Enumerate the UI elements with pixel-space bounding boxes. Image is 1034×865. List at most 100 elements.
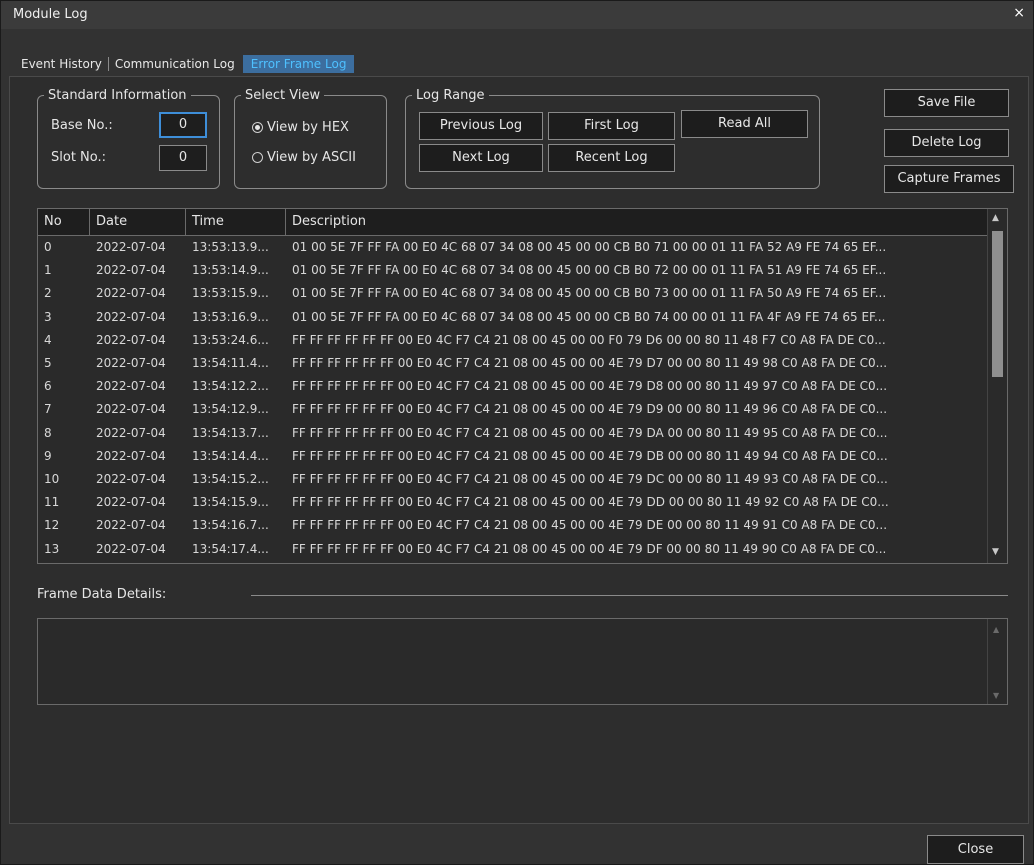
tab-communication-log[interactable]: Communication Log bbox=[109, 57, 241, 71]
save-file-button[interactable]: Save File bbox=[884, 89, 1009, 117]
cell-time: 13:54:15.2... bbox=[192, 472, 269, 486]
cell-description: FF FF FF FF FF FF 00 E0 4C F7 C4 21 08 0… bbox=[292, 495, 889, 510]
cell-date: 2022-07-04 bbox=[96, 472, 166, 486]
cell-no: 8 bbox=[44, 425, 52, 440]
cell-no: 4 bbox=[44, 332, 52, 347]
table-scrollbar[interactable]: ▲ ▼ bbox=[987, 209, 1007, 563]
error-frame-table[interactable]: No Date Time Description 0 2022-07-04 13:5… bbox=[37, 208, 1008, 564]
column-header-description[interactable]: Description bbox=[286, 209, 988, 235]
cell-no: 13 bbox=[44, 541, 60, 556]
next-log-button[interactable]: Next Log bbox=[419, 144, 543, 172]
table-row[interactable]: 7 2022-07-04 13:54:12.9... FF FF FF FF FF F… bbox=[38, 398, 988, 420]
table-row[interactable]: 11 2022-07-04 13:54:15.9... FF FF FF FF FF … bbox=[38, 491, 988, 513]
cell-no: 7 bbox=[44, 402, 52, 417]
cell-date: 2022-07-04 bbox=[96, 379, 166, 394]
cell-description: 01 00 5E 7F FF FA 00 E0 4C 68 07 34 08 0… bbox=[292, 263, 887, 278]
view-by-hex-radio[interactable]: View by HEX bbox=[252, 120, 349, 135]
cell-no: 11 bbox=[44, 495, 60, 510]
table-header: No Date Time Description bbox=[38, 209, 988, 236]
table-row[interactable]: 8 2022-07-04 13:54:13.7... FF FF FF FF FF F… bbox=[38, 422, 988, 444]
cell-description: FF FF FF FF FF FF 00 E0 4C F7 C4 21 08 0… bbox=[292, 518, 888, 533]
cell-date: 2022-07-04 bbox=[96, 309, 166, 324]
cell-time: 13:53:13.9... bbox=[192, 240, 269, 254]
cell-description: FF FF FF FF FF FF 00 E0 4C F7 C4 21 08 0… bbox=[292, 402, 888, 417]
scroll-up-icon[interactable]: ▲ bbox=[992, 213, 999, 223]
table-row[interactable]: 6 2022-07-04 13:54:12.2... FF FF FF FF FF F… bbox=[38, 375, 988, 397]
cell-no: 1 bbox=[44, 263, 52, 278]
table-row[interactable]: 13 2022-07-04 13:54:17.4... FF FF FF FF FF … bbox=[38, 538, 988, 560]
cell-no: 0 bbox=[44, 240, 52, 254]
base-no-label: Base No.: bbox=[51, 118, 113, 133]
column-header-time[interactable]: Time bbox=[186, 209, 286, 235]
table-row[interactable]: 0 2022-07-04 13:53:13.9... 01 00 5E 7F FF F… bbox=[38, 236, 988, 258]
cell-description: FF FF FF FF FF FF 00 E0 4C F7 C4 21 08 0… bbox=[292, 332, 886, 347]
standard-information-legend: Standard Information bbox=[48, 88, 187, 103]
slot-no-field[interactable]: 0 bbox=[159, 145, 207, 171]
cell-date: 2022-07-04 bbox=[96, 448, 166, 463]
cell-time: 13:54:13.7... bbox=[192, 425, 269, 440]
table-row[interactable]: 1 2022-07-04 13:53:14.9... 01 00 5E 7F FF F… bbox=[38, 259, 988, 281]
cell-date: 2022-07-04 bbox=[96, 518, 166, 533]
cell-date: 2022-07-04 bbox=[96, 356, 166, 370]
cell-date: 2022-07-04 bbox=[96, 263, 166, 278]
cell-time: 13:54:16.7... bbox=[192, 518, 269, 533]
cell-date: 2022-07-04 bbox=[96, 402, 166, 417]
table-row[interactable]: 2 2022-07-04 13:53:15.9... 01 00 5E 7F FF F… bbox=[38, 282, 988, 304]
cell-description: FF FF FF FF FF FF 00 E0 4C F7 C4 21 08 0… bbox=[292, 379, 888, 394]
frame-data-details-box[interactable]: ▲ ▼ bbox=[37, 618, 1008, 705]
cell-description: 01 00 5E 7F FF FA 00 E0 4C 68 07 34 08 0… bbox=[292, 240, 887, 254]
cell-time: 13:53:14.9... bbox=[192, 263, 269, 278]
table-row[interactable]: 5 2022-07-04 13:54:11.4... FF FF FF FF FF F… bbox=[38, 352, 988, 374]
base-no-field[interactable]: 0 bbox=[159, 112, 207, 138]
cell-description: FF FF FF FF FF FF 00 E0 4C F7 C4 21 08 0… bbox=[292, 541, 887, 556]
select-view-group: Select View bbox=[234, 88, 387, 189]
scroll-down-icon[interactable]: ▼ bbox=[993, 691, 999, 700]
table-row[interactable]: 12 2022-07-04 13:54:16.7... FF FF FF FF FF … bbox=[38, 514, 988, 536]
view-by-hex-label: View by HEX bbox=[267, 120, 349, 135]
table-row[interactable]: 3 2022-07-04 13:53:16.9... 01 00 5E 7F FF F… bbox=[38, 306, 988, 328]
tab-event-history[interactable]: Event History bbox=[15, 57, 109, 71]
cell-description: FF FF FF FF FF FF 00 E0 4C F7 C4 21 08 0… bbox=[292, 425, 888, 440]
cell-no: 2 bbox=[44, 286, 52, 301]
delete-log-button[interactable]: Delete Log bbox=[884, 129, 1009, 157]
module-log-window: Module Log × Event History Communication… bbox=[0, 0, 1034, 865]
cell-date: 2022-07-04 bbox=[96, 541, 166, 556]
scroll-down-icon[interactable]: ▼ bbox=[992, 547, 999, 557]
recent-log-button[interactable]: Recent Log bbox=[548, 144, 675, 172]
window-title: Module Log bbox=[13, 7, 88, 22]
divider bbox=[251, 595, 1008, 596]
cell-time: 13:54:12.2... bbox=[192, 379, 269, 394]
cell-date: 2022-07-04 bbox=[96, 332, 166, 347]
table-row[interactable]: 4 2022-07-04 13:53:24.6... FF FF FF FF FF F… bbox=[38, 329, 988, 351]
cell-description: 01 00 5E 7F FF FA 00 E0 4C 68 07 34 08 0… bbox=[292, 286, 887, 301]
tab-error-frame-log[interactable]: Error Frame Log bbox=[242, 55, 355, 73]
previous-log-button[interactable]: Previous Log bbox=[419, 112, 543, 140]
cell-time: 13:54:14.4... bbox=[192, 448, 269, 463]
tab-bar: Event History Communication Log Error Fr… bbox=[15, 54, 355, 74]
scroll-thumb[interactable] bbox=[992, 231, 1003, 377]
cell-time: 13:54:17.4... bbox=[192, 541, 269, 556]
view-by-ascii-label: View by ASCII bbox=[267, 150, 356, 165]
scroll-up-icon[interactable]: ▲ bbox=[993, 625, 999, 634]
capture-frames-button[interactable]: Capture Frames bbox=[884, 165, 1014, 193]
column-header-no[interactable]: No bbox=[38, 209, 90, 235]
view-by-ascii-radio[interactable]: View by ASCII bbox=[252, 150, 356, 165]
first-log-button[interactable]: First Log bbox=[548, 112, 675, 140]
table-row[interactable]: 9 2022-07-04 13:54:14.4... FF FF FF FF FF F… bbox=[38, 445, 988, 467]
cell-time: 13:53:24.6... bbox=[192, 332, 269, 347]
slot-no-label: Slot No.: bbox=[51, 150, 107, 165]
table-row[interactable]: 10 2022-07-04 13:54:15.2... FF FF FF FF FF … bbox=[38, 468, 988, 490]
radio-selected-icon bbox=[252, 122, 263, 133]
cell-date: 2022-07-04 bbox=[96, 425, 166, 440]
cell-time: 13:53:15.9... bbox=[192, 286, 269, 301]
close-button[interactable]: Close bbox=[927, 835, 1024, 864]
cell-no: 5 bbox=[44, 356, 52, 370]
read-all-button[interactable]: Read All bbox=[681, 110, 808, 138]
close-icon[interactable]: × bbox=[1013, 5, 1025, 21]
details-scrollbar[interactable]: ▲ ▼ bbox=[987, 619, 1007, 704]
column-header-date[interactable]: Date bbox=[90, 209, 186, 235]
cell-no: 6 bbox=[44, 379, 52, 394]
cell-time: 13:54:15.9... bbox=[192, 495, 269, 510]
cell-description: FF FF FF FF FF FF 00 E0 4C F7 C4 21 08 0… bbox=[292, 472, 888, 486]
frame-data-details-label: Frame Data Details: bbox=[37, 587, 167, 602]
